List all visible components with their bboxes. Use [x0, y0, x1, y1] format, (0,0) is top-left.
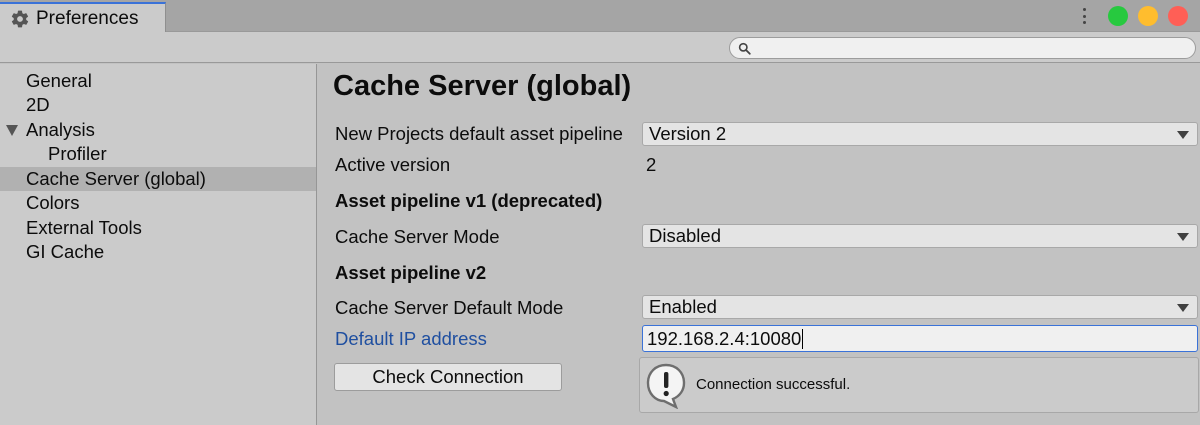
section-v1-heading: Asset pipeline v1 (deprecated) [335, 190, 603, 211]
sidebar-item-colors[interactable]: Colors [0, 191, 316, 215]
ip-address-field[interactable]: 192.168.2.4:10080 [642, 325, 1198, 352]
help-box: Connection successful. [639, 357, 1199, 413]
sidebar-item-external-tools[interactable]: External Tools [0, 216, 316, 240]
close-button[interactable] [1168, 6, 1188, 26]
sidebar-item-cache-server[interactable]: Cache Server (global) [0, 167, 316, 191]
default-pipeline-value: Version 2 [649, 123, 727, 144]
minimize-button[interactable] [1138, 6, 1158, 26]
v2-default-mode-dropdown[interactable]: Enabled [642, 295, 1198, 319]
page-title: Cache Server (global) [333, 70, 632, 102]
v2-default-mode-label: Cache Server Default Mode [335, 297, 564, 318]
v1-mode-value: Disabled [649, 225, 721, 246]
text-cursor [802, 328, 804, 349]
gear-icon [11, 10, 29, 27]
search-box[interactable] [729, 37, 1196, 59]
search-icon [738, 42, 751, 55]
v1-mode-label: Cache Server Mode [335, 226, 500, 247]
section-v2-heading: Asset pipeline v2 [335, 262, 487, 283]
sidebar-item-2d[interactable]: 2D [0, 93, 316, 117]
warning-icon [646, 363, 686, 409]
maximize-button[interactable] [1108, 6, 1128, 26]
ip-address-value: 192.168.2.4:10080 [647, 328, 802, 349]
active-version-label: Active version [335, 154, 451, 175]
default-pipeline-dropdown[interactable]: Version 2 [642, 122, 1198, 146]
check-connection-button[interactable]: Check Connection [334, 363, 562, 391]
v2-default-mode-value: Enabled [649, 296, 717, 317]
main-panel: Cache Server (global) New Projects defau… [318, 64, 1200, 425]
sidebar-item-gi-cache[interactable]: GI Cache [0, 240, 316, 264]
sidebar-item-profiler[interactable]: Profiler [0, 142, 316, 166]
search-row [0, 32, 1200, 63]
sidebar: General 2D Analysis Profiler Cache Serve… [0, 64, 317, 425]
window-controls [1083, 6, 1188, 26]
chevron-down-icon [1177, 131, 1189, 139]
kebab-menu-icon[interactable] [1083, 8, 1086, 24]
expand-triangle-icon[interactable] [6, 125, 18, 136]
chevron-down-icon [1177, 233, 1189, 241]
v1-mode-dropdown[interactable]: Disabled [642, 224, 1198, 248]
help-message: Connection successful. [696, 376, 851, 393]
search-input[interactable] [756, 40, 1195, 56]
tab-preferences[interactable]: Preferences [0, 2, 166, 33]
default-pipeline-label: New Projects default asset pipeline [335, 123, 623, 144]
chevron-down-icon [1177, 304, 1189, 312]
tab-title: Preferences [36, 7, 139, 29]
sidebar-item-analysis[interactable]: Analysis [0, 118, 316, 142]
ip-address-label: Default IP address [335, 328, 487, 349]
title-bar: Preferences [0, 0, 1200, 33]
sidebar-item-general[interactable]: General [0, 69, 316, 93]
active-version-value: 2 [646, 154, 657, 175]
